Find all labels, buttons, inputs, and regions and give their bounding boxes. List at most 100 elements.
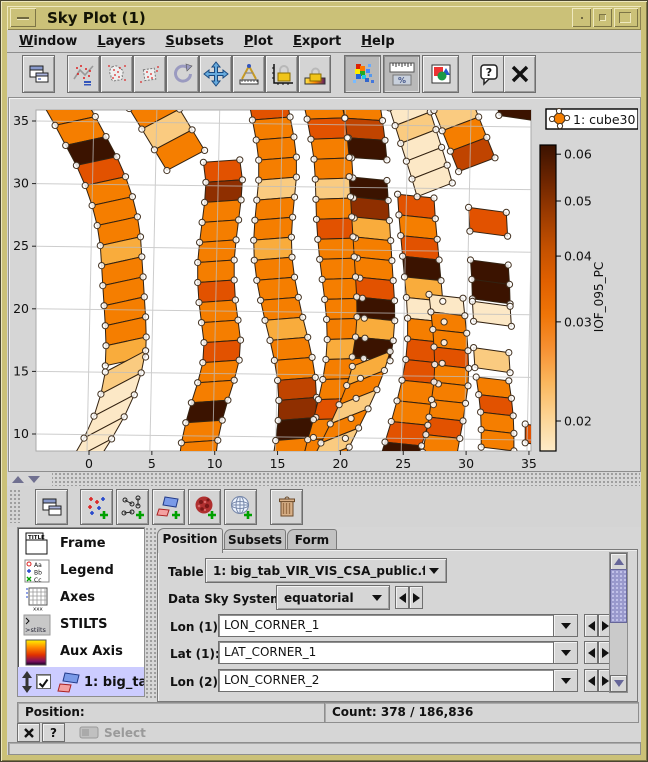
layer-visible-checkbox[interactable]: [36, 674, 51, 689]
measure-button[interactable]: [232, 55, 265, 93]
sketch-scale-button[interactable]: %: [383, 55, 420, 93]
menu-layers[interactable]: Layers: [89, 31, 153, 49]
blob-subset-button[interactable]: [100, 55, 133, 93]
pan-arrows-icon: [203, 61, 229, 87]
axis-lock-button[interactable]: [265, 55, 298, 93]
rerange-icon: [72, 62, 96, 86]
window-maximize-button[interactable]: [614, 8, 638, 27]
lat1-label: Lat (1):: [170, 647, 220, 661]
table-combobox[interactable]: 1: big_tab_VIR_VIS_CSA_public.fits: [205, 558, 447, 583]
help-button[interactable]: ?: [472, 55, 505, 93]
menu-help[interactable]: Help: [353, 31, 402, 49]
svg-text:10: 10: [207, 456, 223, 469]
left-arrow-icon: [399, 593, 406, 603]
lon1-drop-button[interactable]: [553, 614, 578, 637]
dividers-icon: [237, 62, 261, 86]
menu-subsets[interactable]: Subsets: [157, 31, 231, 49]
splitter-collapse-up-icon[interactable]: [12, 476, 24, 483]
globe-grid-icon: [228, 494, 254, 520]
panel-splitter[interactable]: [145, 527, 156, 700]
window-menu-button[interactable]: [10, 8, 36, 27]
add-healpix-layer-button[interactable]: [188, 489, 221, 525]
percent-glyph: %: [397, 76, 405, 85]
svg-text:Aa: Aa: [34, 562, 42, 569]
layer-item-big-tab[interactable]: 1: big_tab: [18, 667, 144, 697]
lon2-field[interactable]: LON_CORNER_2: [218, 669, 557, 692]
delete-layer-button[interactable]: [270, 489, 303, 525]
tab-position[interactable]: Position: [157, 528, 223, 553]
replot-button[interactable]: [166, 55, 199, 93]
lat1-drop-button[interactable]: [553, 641, 578, 664]
windows-icon: [27, 62, 51, 86]
close-x-icon: [508, 62, 532, 86]
window-control-button[interactable]: [22, 55, 55, 93]
plot-panel: 051015202530353530252015100.060.050.040.…: [8, 97, 641, 472]
add-pair-layer-button[interactable]: [116, 489, 149, 525]
healpix-sphere-icon: [192, 494, 218, 520]
menu-export[interactable]: Export: [285, 31, 349, 49]
layer-item-frame[interactable]: TITLE Frame: [18, 530, 144, 557]
sky-plot-canvas[interactable]: 051015202530353530252015100.060.050.040.…: [9, 98, 638, 469]
sky-plot-window: Sky Plot (1) WindowLayersSubsets PlotExpo…: [0, 0, 648, 762]
layer-control-window-button[interactable]: [35, 489, 68, 525]
sky-system-prev-button[interactable]: [395, 586, 409, 609]
aux-colormap-button[interactable]: [344, 55, 381, 93]
footer-help-button[interactable]: ?: [42, 723, 65, 742]
plot-splitter[interactable]: [8, 473, 640, 486]
close-button[interactable]: [503, 55, 536, 93]
svg-text:0.05: 0.05: [564, 193, 592, 208]
left-arrow-icon: [588, 676, 595, 686]
count-status: Count: 378 / 186,836: [324, 702, 639, 723]
lon2-drop-button[interactable]: [553, 669, 578, 692]
lat1-prev-button[interactable]: [584, 641, 598, 664]
select-label: Select: [104, 726, 146, 740]
add-position-layer-button[interactable]: [80, 489, 113, 525]
svg-text:20: 20: [13, 301, 29, 316]
menu-plot[interactable]: Plot: [236, 31, 281, 49]
rerange-button[interactable]: [67, 55, 100, 93]
scrollbar-thumb[interactable]: [610, 569, 627, 623]
window-dot-button[interactable]: [572, 8, 591, 27]
lon2-prev-button[interactable]: [584, 669, 598, 692]
add-quad-layer-button[interactable]: [152, 489, 185, 525]
svg-text:30: 30: [13, 176, 29, 191]
svg-text:IOF_095_PC: IOF_095_PC: [592, 262, 606, 332]
stilts-icon: >stilts: [23, 613, 51, 637]
form-scrollbar[interactable]: [609, 552, 628, 693]
layer-item-stilts[interactable]: >stilts STILTS: [18, 611, 144, 638]
layer-item-axes[interactable]: xxx Axes: [18, 584, 144, 611]
add-skygrid-layer-button[interactable]: [224, 489, 257, 525]
svg-text:25: 25: [13, 238, 29, 253]
lon1-prev-button[interactable]: [584, 614, 598, 637]
left-arrow-icon: [588, 648, 595, 658]
sky-system-next-button[interactable]: [409, 586, 423, 609]
scroll-up-button[interactable]: [610, 553, 627, 570]
window-minimize-button[interactable]: [593, 8, 612, 27]
sky-system-combobox[interactable]: equatorial: [276, 585, 390, 610]
splitter-collapse-down-icon[interactable]: [28, 476, 40, 483]
image-shapes-icon: [429, 62, 453, 86]
aux-gradient-icon: [23, 639, 51, 666]
toolbar-grip[interactable]: [9, 489, 22, 523]
scroll-down-button[interactable]: [610, 675, 627, 692]
square-subset-button[interactable]: [133, 55, 166, 93]
export-image-button[interactable]: [422, 55, 459, 93]
clear-selection-button[interactable]: [17, 723, 40, 742]
layer-list: TITLE Frame Aa Bb Cc Legend xxx Axes: [17, 527, 145, 697]
aux-lock-button[interactable]: [298, 55, 331, 93]
right-arrow-icon: [602, 676, 609, 686]
svg-text:15: 15: [270, 456, 286, 469]
menu-window[interactable]: Window: [11, 31, 85, 49]
layer-item-legend[interactable]: Aa Bb Cc Legend: [18, 557, 144, 584]
layer-item-aux-axis[interactable]: Aux Axis: [18, 638, 144, 665]
pan-button[interactable]: [199, 55, 232, 93]
lat1-field[interactable]: LAT_CORNER_1: [218, 641, 557, 664]
trash-icon: [275, 495, 299, 519]
position-tab-panel: Table: 1: big_tab_VIR_VIS_CSA_public.fit…: [157, 549, 638, 702]
lon1-field[interactable]: LON_CORNER_1: [218, 614, 557, 637]
svg-text:TITLE: TITLE: [28, 535, 45, 541]
window-titlebar[interactable]: Sky Plot (1): [7, 6, 641, 30]
sky-system-label: Data Sky System:: [168, 592, 287, 606]
svg-text:0.02: 0.02: [564, 414, 592, 429]
svg-text:1: cube30: 1: cube30: [573, 112, 636, 127]
